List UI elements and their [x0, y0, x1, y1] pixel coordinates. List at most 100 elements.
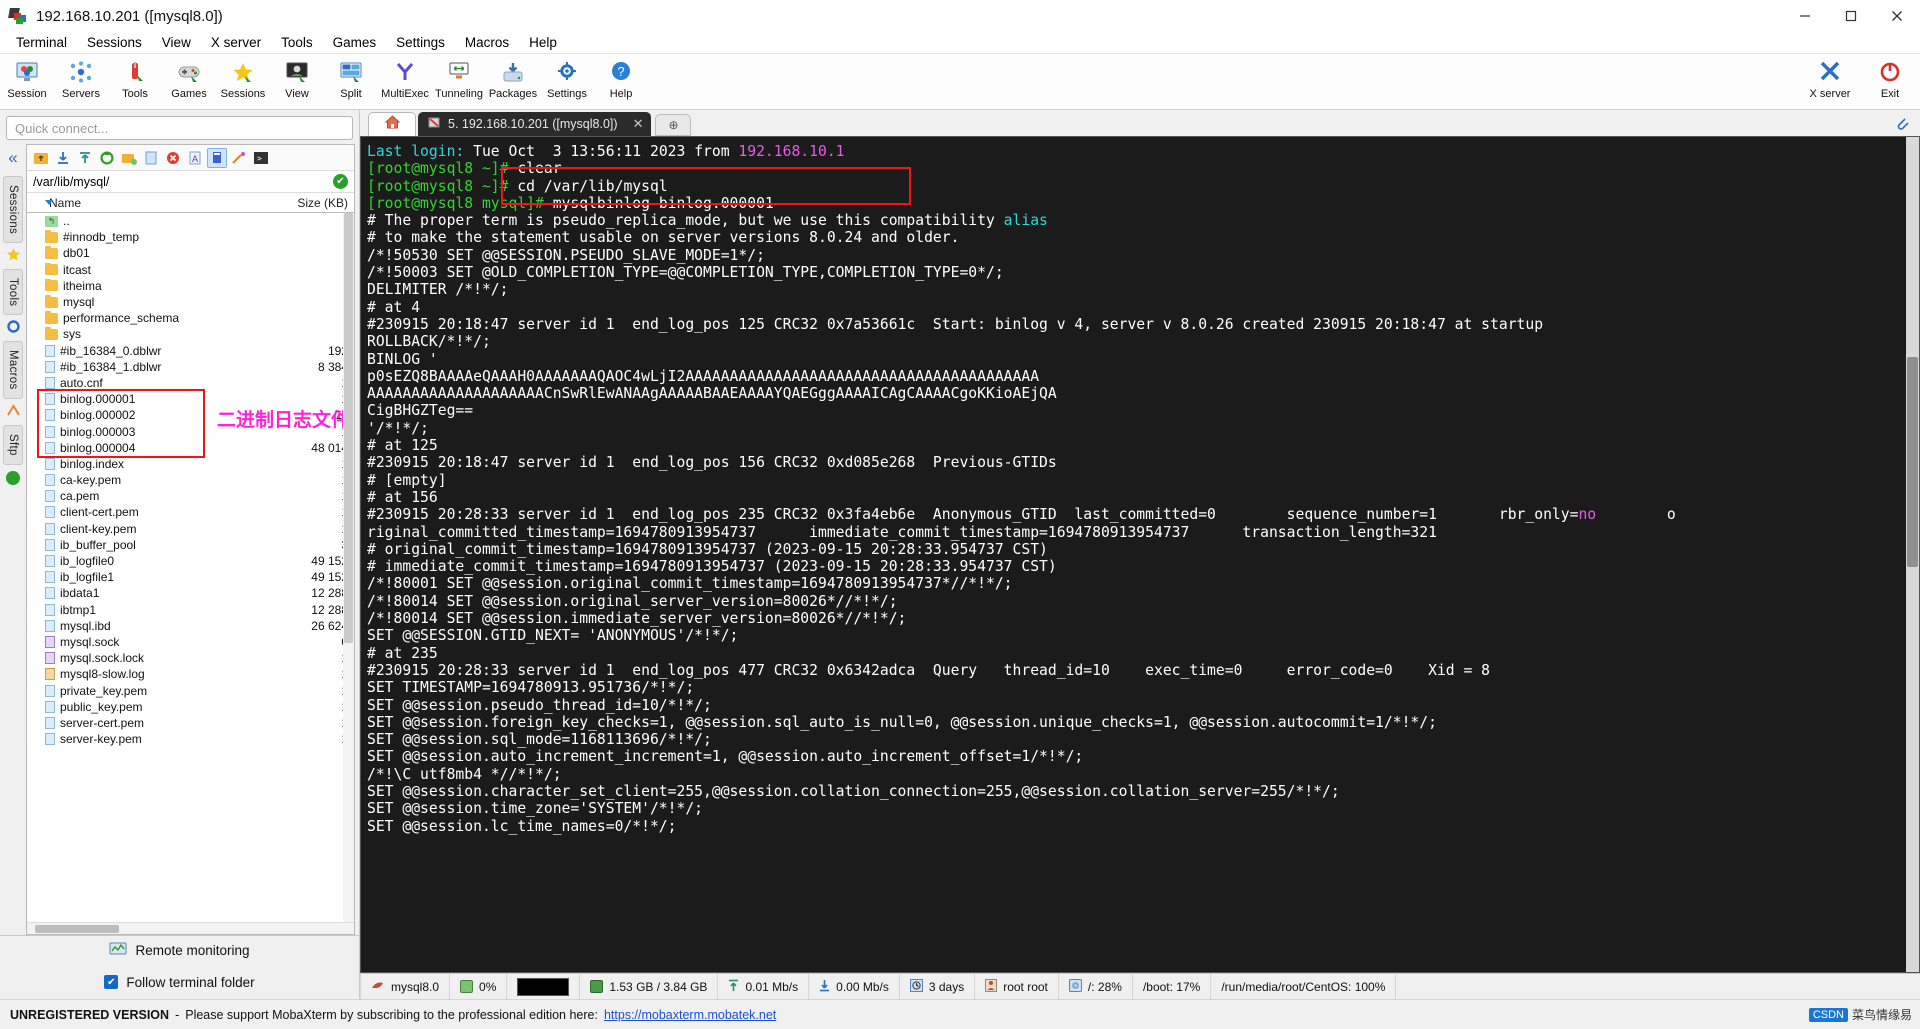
menu-view[interactable]: View: [152, 32, 201, 54]
text-mode-icon[interactable]: A: [185, 148, 205, 168]
binary-mode-icon[interactable]: [207, 147, 227, 168]
toolbar-packages-button[interactable]: Packages: [486, 56, 540, 100]
quick-connect-input[interactable]: Quick connect...: [6, 116, 353, 140]
status-memory[interactable]: 1.53 GB / 3.84 GB: [580, 973, 719, 1000]
file-row[interactable]: private_key.pem1: [27, 682, 354, 698]
file-row[interactable]: mysql.ibd 26 624: [27, 618, 354, 634]
file-row[interactable]: auto.cnf1: [27, 375, 354, 391]
status-cpu[interactable]: 0%: [450, 973, 508, 1000]
toolbar-split-button[interactable]: Split: [324, 56, 378, 100]
toolbar-tools-button[interactable]: Tools: [108, 56, 162, 100]
status-disk-boot[interactable]: /boot: 17%: [1133, 973, 1212, 1000]
status-disk-media[interactable]: /run/media/root/CentOS: 100%: [1211, 973, 1397, 1000]
toolbar-servers-button[interactable]: Servers: [54, 56, 108, 100]
terminal-output[interactable]: Last login: Tue Oct 3 13:56:11 2023 from…: [360, 136, 1920, 973]
follow-terminal-folder-row[interactable]: ✔ Follow terminal folder: [0, 965, 359, 999]
toolbar-xserver-button[interactable]: X server: [1800, 56, 1860, 100]
file-row[interactable]: binlog.000004 48 014: [27, 440, 354, 456]
file-row[interactable]: server-cert.pem1: [27, 715, 354, 731]
file-list[interactable]: ↰.. #innodb_temp db01 itcast itheima mysql per…: [27, 213, 354, 922]
status-upload[interactable]: 0.01 Mb/s: [718, 973, 810, 1000]
toolbar-games-button[interactable]: Games: [162, 56, 216, 100]
toolbar-tunneling-button[interactable]: Tunneling: [432, 56, 486, 100]
file-row[interactable]: client-cert.pem1: [27, 504, 354, 520]
status-disk-root[interactable]: /: 28%: [1059, 973, 1133, 1000]
minimize-button[interactable]: [1782, 0, 1828, 32]
chevron-double-left-icon[interactable]: «: [8, 148, 17, 168]
up-folder-icon[interactable]: [31, 148, 51, 168]
remote-monitoring-button[interactable]: Remote monitoring: [0, 935, 359, 965]
file-row[interactable]: #ib_16384_1.dblwr 8 384: [27, 359, 354, 375]
maximize-button[interactable]: [1828, 0, 1874, 32]
follow-terminal-folder-checkbox[interactable]: ✔: [104, 975, 119, 989]
terminal-scrollbar[interactable]: [1906, 137, 1919, 972]
file-row[interactable]: db01: [27, 245, 354, 261]
file-row[interactable]: ca.pem1: [27, 488, 354, 504]
menu-terminal[interactable]: Terminal: [6, 32, 77, 54]
file-row[interactable]: public_key.pem1: [27, 699, 354, 715]
file-list-hscrollbar[interactable]: [27, 922, 354, 934]
close-icon[interactable]: ✕: [633, 116, 644, 132]
file-list-scroll-thumb[interactable]: [344, 213, 353, 643]
terminal-scroll-thumb[interactable]: [1907, 357, 1918, 567]
file-row[interactable]: server-key.pem1: [27, 731, 354, 747]
new-file-icon[interactable]: [141, 148, 161, 168]
sidebar-item-sftp[interactable]: Sftp: [3, 424, 23, 465]
file-row[interactable]: ib_logfile0 49 152: [27, 553, 354, 569]
current-path[interactable]: /var/lib/mysql/: [33, 175, 109, 189]
new-tab-button[interactable]: ⊕: [655, 114, 692, 136]
new-folder-icon[interactable]: [119, 148, 139, 168]
refresh-icon[interactable]: [97, 148, 117, 168]
menu-games[interactable]: Games: [323, 32, 387, 54]
paperclip-icon[interactable]: [1894, 115, 1910, 136]
file-row[interactable]: client-key.pem1: [27, 521, 354, 537]
sidebar-item-macros[interactable]: Macros: [3, 341, 23, 399]
status-user[interactable]: root root: [975, 973, 1059, 1000]
permissions-icon[interactable]: [229, 148, 249, 168]
file-row[interactable]: ib_buffer_pool3: [27, 537, 354, 553]
file-row[interactable]: ib_logfile1 49 152: [27, 569, 354, 585]
terminal-icon[interactable]: >: [251, 148, 271, 168]
column-header-name[interactable]: Name: [27, 196, 288, 210]
status-cpu-graph[interactable]: [507, 973, 581, 1000]
menu-x-server[interactable]: X server: [201, 32, 271, 54]
file-row[interactable]: itcast: [27, 262, 354, 278]
status-server-name[interactable]: mysql8.0: [360, 973, 451, 1000]
file-row[interactable]: sys: [27, 326, 354, 342]
toolbar-view-button[interactable]: View: [270, 56, 324, 100]
file-row[interactable]: #ib_16384_0.dblwr 192: [27, 343, 354, 359]
status-download[interactable]: 0.00 Mb/s: [809, 973, 900, 1000]
file-row[interactable]: ca-key.pem1: [27, 472, 354, 488]
status-uptime[interactable]: 3 days: [900, 973, 976, 1000]
file-row[interactable]: ibdata1 12 288: [27, 585, 354, 601]
file-row[interactable]: ↰..: [27, 213, 354, 229]
sidebar-item-sessions[interactable]: Sessions: [3, 176, 23, 244]
column-header-size[interactable]: Size (KB): [288, 196, 354, 210]
upload-icon[interactable]: [75, 148, 95, 168]
file-row[interactable]: ibtmp1 12 288: [27, 602, 354, 618]
file-row[interactable]: mysql.sock0: [27, 634, 354, 650]
mobaxterm-link[interactable]: https://mobaxterm.mobatek.net: [604, 1008, 776, 1022]
menu-tools[interactable]: Tools: [271, 32, 323, 54]
toolbar-settings-button[interactable]: Settings: [540, 56, 594, 100]
toolbar-sessions-button[interactable]: Sessions: [216, 56, 270, 100]
toolbar-multiexec-button[interactable]: MultiExec: [378, 56, 432, 100]
file-list-scrollbar[interactable]: [343, 213, 354, 922]
file-row[interactable]: binlog.index1: [27, 456, 354, 472]
file-list-hscroll-thumb[interactable]: [35, 925, 119, 933]
menu-settings[interactable]: Settings: [386, 32, 455, 54]
file-row[interactable]: mysql: [27, 294, 354, 310]
menu-sessions[interactable]: Sessions: [77, 32, 152, 54]
download-icon[interactable]: [53, 148, 73, 168]
sidebar-item-tools[interactable]: Tools: [3, 269, 23, 316]
toolbar-exit-button[interactable]: Exit: [1860, 56, 1920, 100]
close-button[interactable]: [1874, 0, 1920, 32]
toolbar-session-button[interactable]: Session: [0, 56, 54, 100]
file-row[interactable]: mysql.sock.lock1: [27, 650, 354, 666]
toolbar-help-button[interactable]: ? Help: [594, 56, 648, 100]
delete-icon[interactable]: [163, 148, 183, 168]
menu-help[interactable]: Help: [519, 32, 567, 54]
menu-macros[interactable]: Macros: [455, 32, 519, 54]
terminal-tab-active[interactable]: 5. 192.168.10.201 ([mysql8.0]) ✕: [418, 112, 652, 136]
file-row[interactable]: performance_schema: [27, 310, 354, 326]
